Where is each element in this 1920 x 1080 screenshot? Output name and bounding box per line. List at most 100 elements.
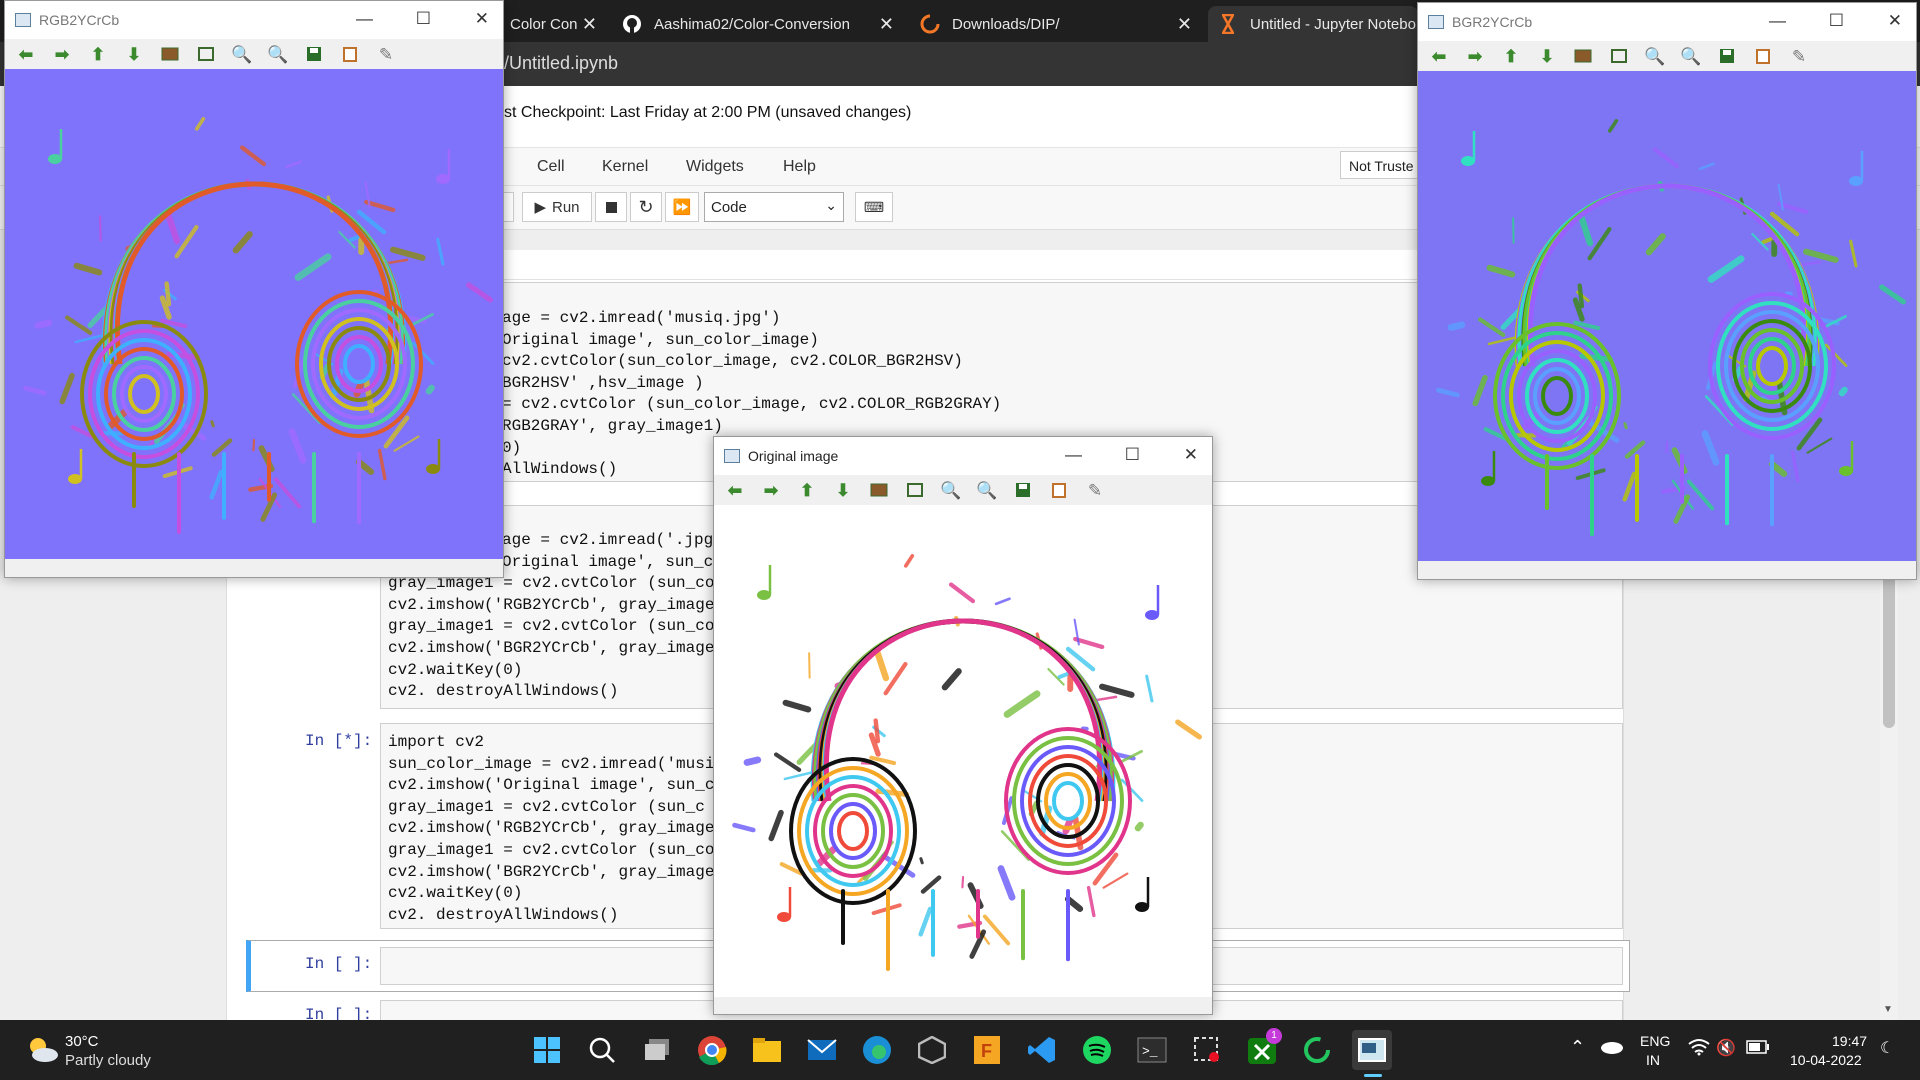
clipboard-icon[interactable] bbox=[1752, 45, 1774, 67]
tab-github[interactable]: Aashima02/Color-Conversion ✕ bbox=[612, 6, 902, 42]
image-canvas[interactable] bbox=[5, 69, 503, 559]
cell-type-select[interactable]: Code ⌄ bbox=[704, 192, 844, 222]
zoom-fit-icon[interactable] bbox=[1608, 45, 1630, 67]
command-palette-button[interactable]: ⌨ bbox=[855, 192, 893, 222]
window-titlebar[interactable]: BGR2YCrCb — ☐ ✕ bbox=[1418, 3, 1916, 41]
menu-help[interactable]: Help bbox=[783, 158, 816, 176]
clipboard-icon[interactable] bbox=[339, 43, 361, 65]
maximize-icon[interactable]: ☐ bbox=[1829, 11, 1844, 31]
svg-text:F: F bbox=[981, 1041, 992, 1061]
opencv-window-original[interactable]: Original image — ☐ ✕ ⬅ ➡ ⬆ ⬇ 🔍 🔍 ✎ bbox=[713, 436, 1213, 1015]
clock-date[interactable]: 10-04-2022 bbox=[1790, 1052, 1862, 1068]
image-canvas[interactable] bbox=[1418, 71, 1916, 561]
minimize-icon[interactable]: — bbox=[356, 9, 373, 29]
arrow-right-icon[interactable]: ➡ bbox=[1464, 45, 1486, 67]
jupyter-ring-icon[interactable] bbox=[1297, 1030, 1337, 1070]
arrow-down-icon[interactable]: ⬇ bbox=[123, 43, 145, 65]
arrow-up-icon[interactable]: ⬆ bbox=[796, 479, 818, 501]
vscode-icon[interactable] bbox=[1022, 1030, 1062, 1070]
opencv-window-rgb2ycrcb[interactable]: RGB2YCrCb — ☐ ✕ ⬅ ➡ ⬆ ⬇ 🔍 🔍 ✎ bbox=[4, 0, 504, 578]
menu-kernel[interactable]: Kernel bbox=[602, 158, 648, 176]
close-icon[interactable]: ✕ bbox=[1184, 445, 1198, 465]
tab-untitled-jupyter[interactable]: Untitled - Jupyter Notebo bbox=[1208, 6, 1418, 42]
arrow-down-icon[interactable]: ⬇ bbox=[832, 479, 854, 501]
properties-icon[interactable]: ✎ bbox=[1084, 479, 1106, 501]
chrome-icon[interactable] bbox=[692, 1030, 732, 1070]
zoom-fit-icon[interactable] bbox=[904, 479, 926, 501]
image-icon[interactable] bbox=[159, 43, 181, 65]
weather-icon[interactable] bbox=[24, 1034, 60, 1067]
close-icon[interactable]: ✕ bbox=[475, 9, 489, 29]
close-icon[interactable]: ✕ bbox=[582, 14, 597, 35]
arrow-up-icon[interactable]: ⬆ bbox=[1500, 45, 1522, 67]
opencv-window-bgr2ycrcb[interactable]: BGR2YCrCb — ☐ ✕ ⬅ ➡ ⬆ ⬇ 🔍 🔍 ✎ bbox=[1417, 2, 1917, 580]
arrow-up-icon[interactable]: ⬆ bbox=[87, 43, 109, 65]
onedrive-icon[interactable] bbox=[1600, 1038, 1624, 1057]
snipping-tool-icon[interactable] bbox=[1187, 1030, 1227, 1070]
restart-run-all-button[interactable]: ⏩ bbox=[665, 192, 699, 222]
chevron-up-icon[interactable]: ⌃ bbox=[1570, 1037, 1585, 1058]
arrow-left-icon[interactable]: ⬅ bbox=[15, 43, 37, 65]
search-icon[interactable] bbox=[582, 1030, 622, 1070]
spotify-icon[interactable] bbox=[1077, 1030, 1117, 1070]
arrow-left-icon[interactable]: ⬅ bbox=[1428, 45, 1450, 67]
language-top[interactable]: ENG bbox=[1640, 1033, 1670, 1049]
wifi-icon[interactable] bbox=[1688, 1038, 1710, 1059]
run-button[interactable]: ▶ Run bbox=[522, 192, 592, 222]
mail-icon[interactable] bbox=[802, 1030, 842, 1070]
opencv-python-icon[interactable] bbox=[1352, 1030, 1392, 1070]
tab-downloads-dip[interactable]: Downloads/DIP/ ✕ bbox=[910, 6, 1200, 42]
properties-icon[interactable]: ✎ bbox=[375, 43, 397, 65]
clipboard-icon[interactable] bbox=[1048, 479, 1070, 501]
edge-icon[interactable] bbox=[857, 1030, 897, 1070]
properties-icon[interactable]: ✎ bbox=[1788, 45, 1810, 67]
arrow-left-icon[interactable]: ⬅ bbox=[724, 479, 746, 501]
menu-cell[interactable]: Cell bbox=[537, 158, 565, 176]
restart-button[interactable]: ↻ bbox=[630, 192, 662, 222]
image-icon[interactable] bbox=[868, 479, 890, 501]
arrow-right-icon[interactable]: ➡ bbox=[51, 43, 73, 65]
window-titlebar[interactable]: Original image — ☐ ✕ bbox=[714, 437, 1212, 475]
arrow-down-icon[interactable]: ⬇ bbox=[1536, 45, 1558, 67]
weather-temp[interactable]: 30°C bbox=[65, 1033, 99, 1050]
battery-icon[interactable] bbox=[1746, 1040, 1770, 1057]
save-icon[interactable] bbox=[1012, 479, 1034, 501]
maximize-icon[interactable]: ☐ bbox=[416, 9, 431, 29]
scroll-down-icon[interactable]: ▼ bbox=[1883, 1004, 1893, 1015]
tab-color-conversion[interactable]: Color Con ✕ bbox=[500, 6, 605, 42]
cell-code[interactable]: import cv2 sun_color_image = cv2.imread(… bbox=[388, 732, 714, 926]
menu-widgets[interactable]: Widgets bbox=[686, 158, 744, 176]
zoom-out-icon[interactable]: 🔍 bbox=[267, 43, 289, 65]
close-icon[interactable]: ✕ bbox=[1888, 11, 1902, 31]
save-icon[interactable] bbox=[1716, 45, 1738, 67]
close-icon[interactable]: ✕ bbox=[879, 14, 894, 35]
language-bottom[interactable]: IN bbox=[1646, 1052, 1660, 1068]
image-canvas[interactable] bbox=[714, 505, 1212, 997]
task-view-icon[interactable] bbox=[637, 1030, 677, 1070]
zoom-in-icon[interactable]: 🔍 bbox=[231, 43, 253, 65]
start-icon[interactable] bbox=[527, 1030, 567, 1070]
volume-muted-icon[interactable]: 🔇 bbox=[1716, 1038, 1736, 1058]
foxit-reader-icon[interactable]: F bbox=[967, 1030, 1007, 1070]
window-titlebar[interactable]: RGB2YCrCb — ☐ ✕ bbox=[5, 1, 503, 39]
clock-time[interactable]: 19:47 bbox=[1832, 1033, 1867, 1049]
zoom-in-icon[interactable]: 🔍 bbox=[1644, 45, 1666, 67]
file-explorer-icon[interactable] bbox=[747, 1030, 787, 1070]
interrupt-button[interactable] bbox=[595, 192, 627, 222]
zoom-out-icon[interactable]: 🔍 bbox=[976, 479, 998, 501]
minimize-icon[interactable]: — bbox=[1769, 11, 1786, 31]
zoom-out-icon[interactable]: 🔍 bbox=[1680, 45, 1702, 67]
minimize-icon[interactable]: — bbox=[1065, 445, 1082, 465]
xbox-icon[interactable]: 1 bbox=[1242, 1028, 1282, 1070]
close-icon[interactable]: ✕ bbox=[1177, 14, 1192, 35]
maximize-icon[interactable]: ☐ bbox=[1125, 445, 1140, 465]
notifications-icon[interactable]: ☾ bbox=[1880, 1038, 1894, 1058]
save-icon[interactable] bbox=[303, 43, 325, 65]
image-icon[interactable] bbox=[1572, 45, 1594, 67]
unity-icon[interactable] bbox=[912, 1030, 952, 1070]
zoom-fit-icon[interactable] bbox=[195, 43, 217, 65]
arrow-right-icon[interactable]: ➡ bbox=[760, 479, 782, 501]
weather-text[interactable]: Partly cloudy bbox=[65, 1052, 151, 1069]
zoom-in-icon[interactable]: 🔍 bbox=[940, 479, 962, 501]
terminal-icon[interactable]: >_ bbox=[1132, 1030, 1172, 1070]
